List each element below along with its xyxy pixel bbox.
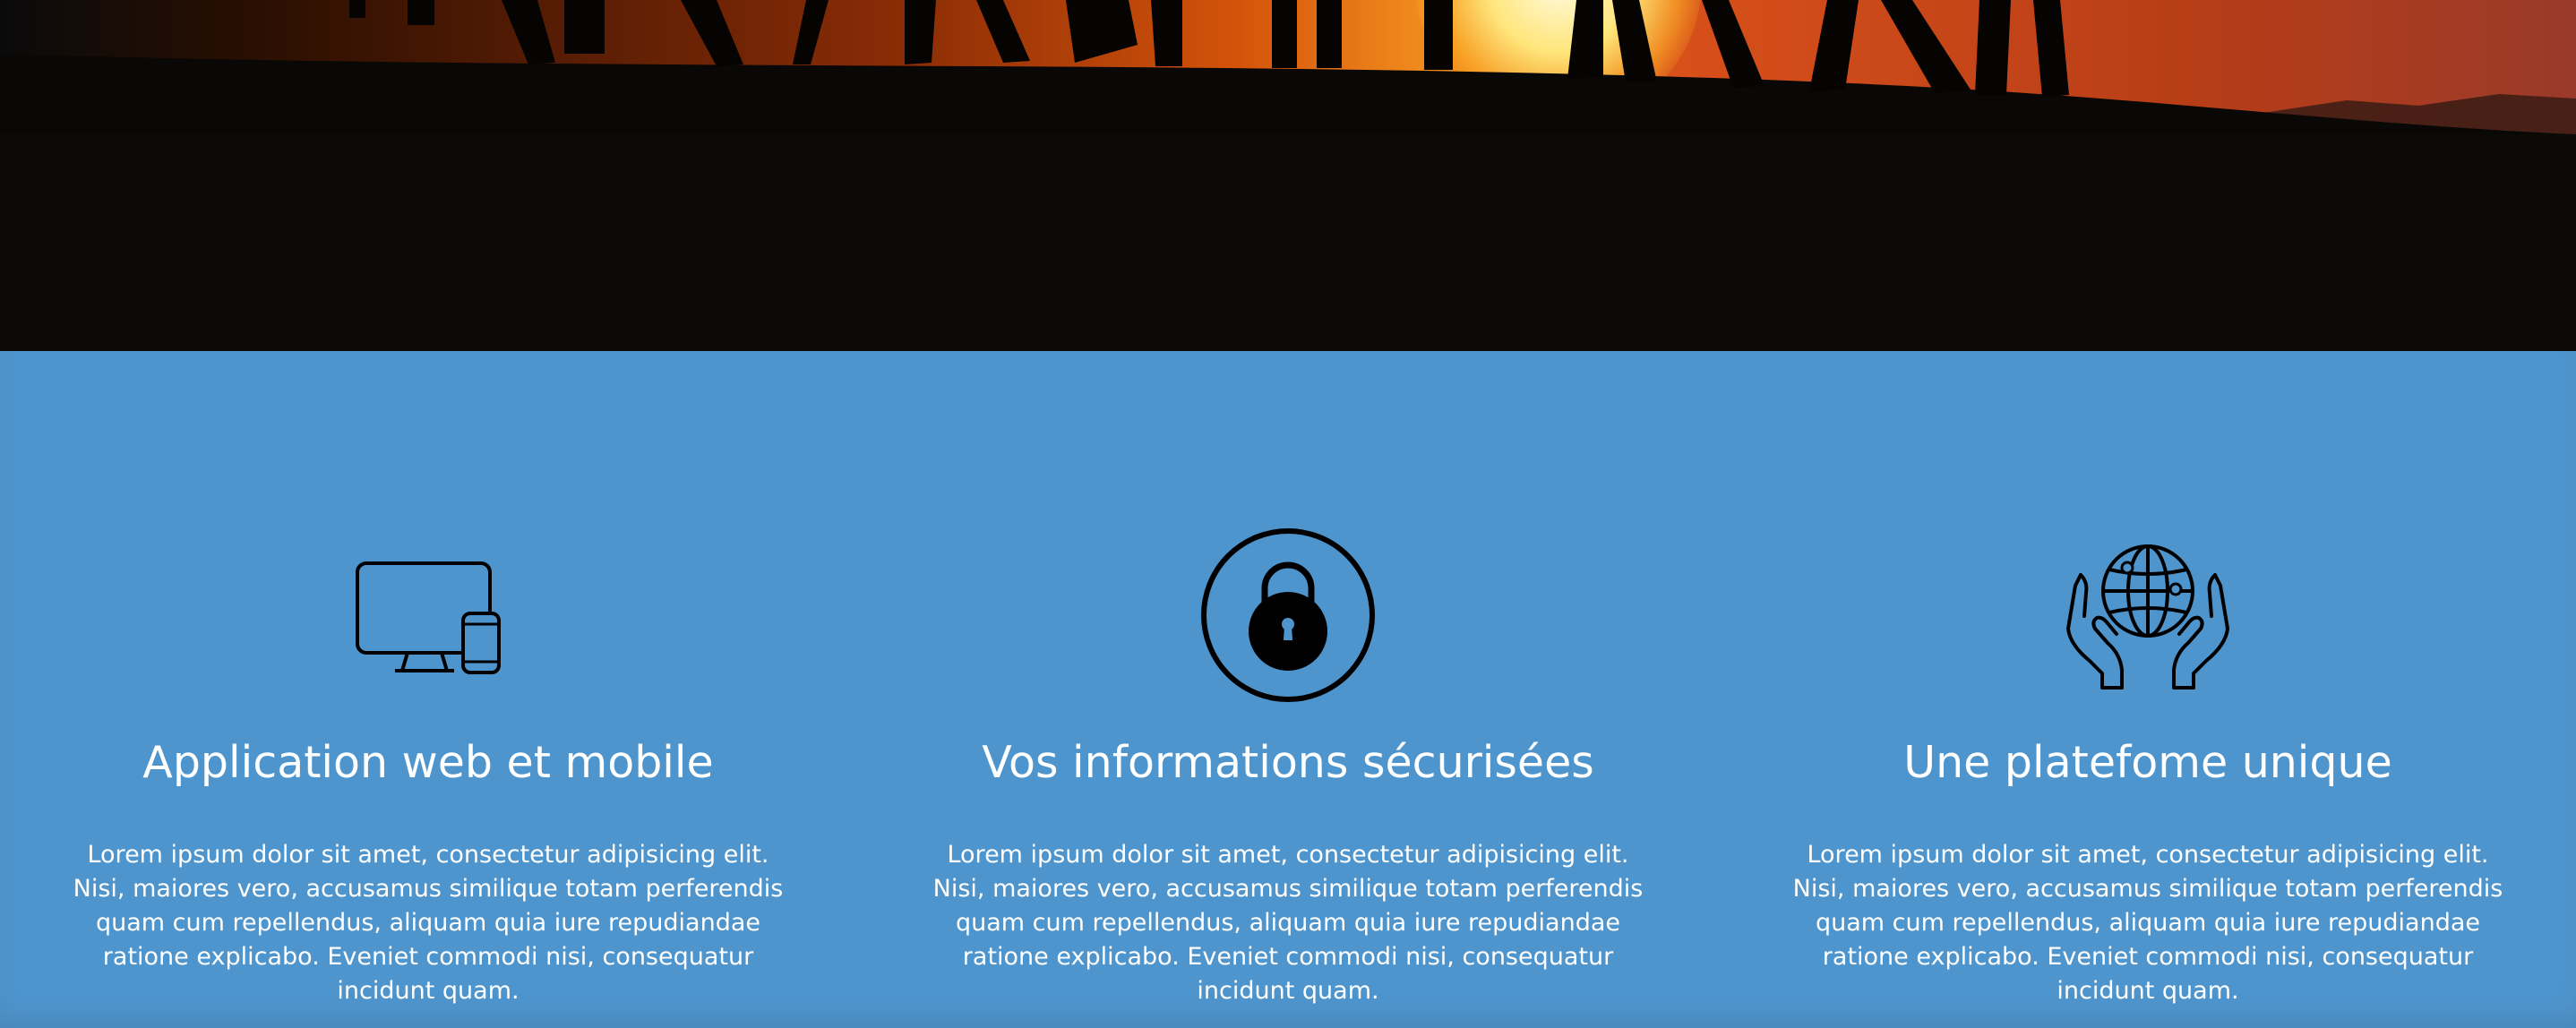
devices-icon [356,561,501,674]
feature-title: Application web et mobile [142,737,714,788]
feature-title: Une platefome unique [1903,737,2392,788]
feature-description: Lorem ipsum dolor sit amet, consectetur … [1792,841,2503,1005]
features-section: Application web et mobile Lorem ipsum do… [0,351,2576,1028]
lock-icon [1201,528,1375,702]
feature-description: Lorem ipsum dolor sit amet, consectetur … [932,841,1644,1005]
hero-silhouettes [0,0,2576,351]
globe-hands-icon [2066,544,2229,690]
feature-description: Lorem ipsum dolor sit amet, consectetur … [73,841,784,1005]
feature-title: Vos informations sécurisées [982,737,1594,788]
hero-image [0,0,2576,351]
